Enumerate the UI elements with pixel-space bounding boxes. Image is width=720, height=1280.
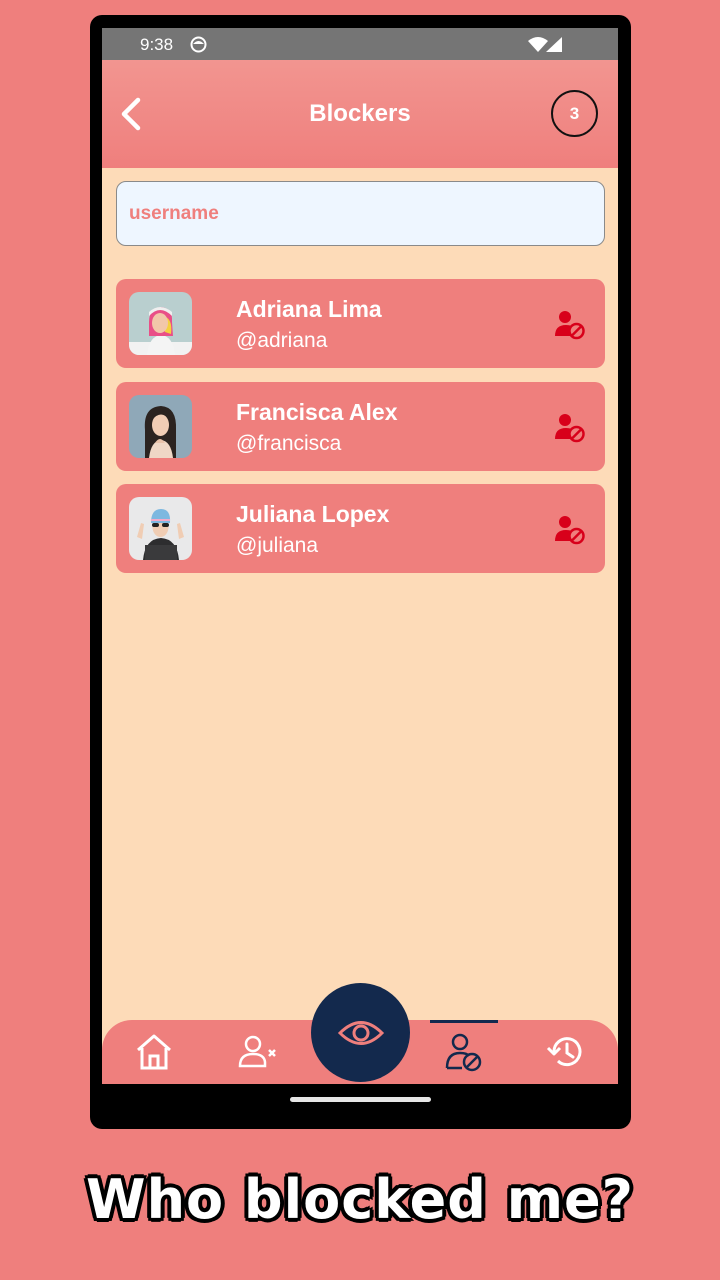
home-indicator[interactable] bbox=[290, 1097, 431, 1102]
promo-caption: Who blocked me? bbox=[86, 1168, 634, 1231]
blocker-count-badge: 3 bbox=[551, 90, 598, 137]
status-bar: 9:38 bbox=[102, 28, 618, 60]
notification-icon bbox=[190, 36, 207, 53]
blocker-name: Francisca Alex bbox=[236, 399, 398, 425]
active-tab-indicator bbox=[430, 1020, 498, 1023]
blocker-card[interactable]: Francisca Alex @francisca bbox=[116, 382, 605, 471]
blocker-handle: @adriana bbox=[236, 329, 328, 352]
avatar bbox=[129, 395, 192, 458]
history-icon[interactable] bbox=[544, 1032, 588, 1072]
blocker-handle: @francisca bbox=[236, 432, 342, 455]
remove-user-icon[interactable] bbox=[236, 1032, 280, 1072]
username-search-input[interactable] bbox=[116, 181, 605, 246]
eye-icon bbox=[337, 1020, 384, 1045]
header: Blockers 3 bbox=[102, 60, 618, 168]
app-screen: 9:38 Blockers 3 username Adriana Lima @a… bbox=[102, 28, 618, 1084]
page-title: Blockers bbox=[309, 100, 411, 127]
blocked-user-icon[interactable] bbox=[554, 515, 586, 545]
signal-icon bbox=[546, 37, 562, 52]
avatar bbox=[129, 497, 192, 560]
home-icon[interactable] bbox=[132, 1032, 176, 1072]
status-time: 9:38 bbox=[140, 35, 174, 54]
blocker-card[interactable]: Adriana Lima @adriana bbox=[116, 279, 605, 368]
blocked-user-icon[interactable] bbox=[554, 310, 586, 340]
wifi-icon bbox=[528, 37, 548, 52]
blocker-handle: @juliana bbox=[236, 534, 319, 557]
blocker-card[interactable]: Juliana Lopex @juliana bbox=[116, 484, 605, 573]
blocked-user-icon[interactable] bbox=[442, 1032, 486, 1072]
blocker-name: Juliana Lopex bbox=[236, 501, 390, 527]
blocked-user-icon[interactable] bbox=[554, 413, 586, 443]
eye-fab-button[interactable] bbox=[311, 983, 410, 1082]
blocker-name: Adriana Lima bbox=[236, 296, 382, 322]
avatar bbox=[129, 292, 192, 355]
